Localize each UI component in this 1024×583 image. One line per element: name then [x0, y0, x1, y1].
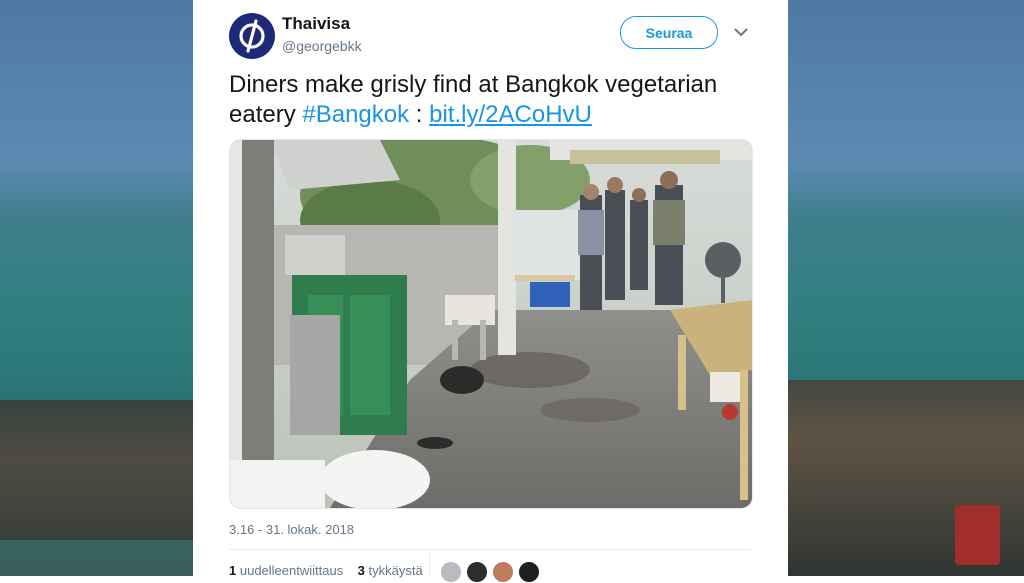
follow-button[interactable]: Seuraa [620, 16, 718, 49]
author-name[interactable]: Thaivisa [282, 14, 350, 34]
chevron-down-icon[interactable] [733, 24, 749, 40]
author-handle[interactable]: @georgebkk [282, 38, 362, 54]
tweet-text-separator: : [409, 101, 430, 128]
liker-avatar[interactable] [518, 561, 540, 583]
stats-separator [429, 553, 430, 576]
liker-avatar[interactable] [440, 561, 462, 583]
liker-avatar[interactable] [466, 561, 488, 583]
tweet-timestamp[interactable]: 3.16 - 31. lokak. 2018 [229, 522, 354, 537]
tweet-photo[interactable] [229, 139, 753, 509]
thaivisa-logo-icon [239, 19, 265, 53]
tweet-card: Thaivisa @georgebkk Seuraa Diners make g… [193, 0, 788, 583]
background-engine [955, 505, 1000, 565]
divider [229, 549, 751, 550]
avatar[interactable] [229, 13, 275, 59]
url-link[interactable]: bit.ly/2ACoHvU [429, 101, 592, 128]
tweet-text: Diners make grisly find at Bangkok veget… [229, 70, 769, 130]
restaurant-scene-image [230, 140, 752, 508]
hashtag-link[interactable]: #Bangkok [302, 101, 409, 128]
background-boat-left [0, 400, 193, 540]
liker-avatar[interactable] [492, 561, 514, 583]
